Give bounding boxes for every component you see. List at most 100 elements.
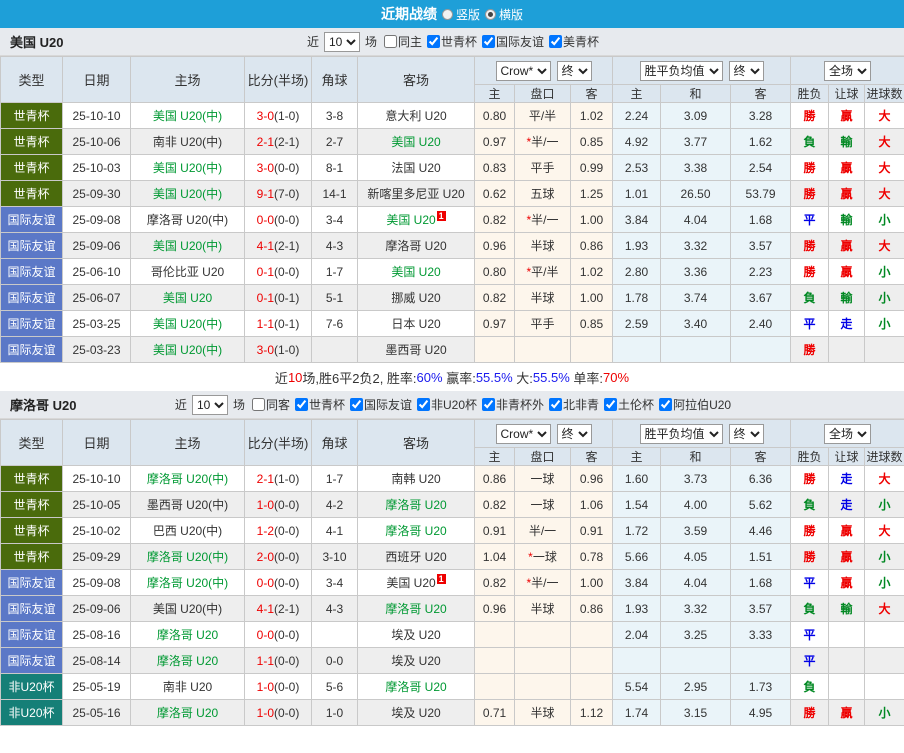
score-cell: 4-1(2-1): [244, 595, 312, 622]
checkbox[interactable]: [251, 398, 265, 411]
score-cell: 2-1(2-1): [244, 128, 312, 155]
radio-vertical-label: 竖版: [455, 7, 480, 22]
home-team-cell: 摩洛哥 U20(中): [130, 569, 245, 596]
checkbox-label: 同主: [397, 35, 422, 49]
crow-away-odds-cell: 0.91: [569, 517, 614, 544]
competition-checkbox[interactable]: 国际友谊: [478, 33, 544, 50]
scope-select[interactable]: 全场: [824, 423, 872, 444]
avg-away-cell: [730, 647, 792, 674]
checkbox[interactable]: [604, 398, 618, 411]
table-row: 国际友谊 25-09-06 美国 U20(中) 4-1(2-1) 4-3 摩洛哥 U20 0…: [0, 595, 904, 622]
games-label: 场: [232, 398, 245, 412]
checkbox-label: 非青杯外: [496, 398, 545, 412]
scope-group: 全场: [790, 56, 904, 85]
same-venue-checkbox[interactable]: 同主: [380, 33, 422, 50]
halftime-score: (1-0): [274, 342, 300, 357]
checkbox[interactable]: [383, 35, 397, 48]
result-handicap-cell: 贏: [828, 258, 866, 285]
crow-home-odds-cell: 0.62: [474, 180, 515, 207]
summary-segment: 近: [274, 370, 288, 386]
score-cell: 0-0(0-0): [244, 569, 312, 596]
crow-company-select[interactable]: Crow*: [495, 423, 551, 444]
final-odds-select[interactable]: 终: [728, 60, 764, 81]
handicap-cell: 半球: [514, 595, 571, 622]
away-team-cell: 摩洛哥 U20: [357, 517, 475, 544]
crow-home-odds-cell: 0.82: [474, 206, 515, 233]
handicap-text: 一球: [532, 550, 557, 564]
avg-home-cell: 1.54: [612, 491, 662, 518]
competition-checkbox[interactable]: 北非青: [545, 396, 599, 413]
avg-home-cell: 2.59: [612, 310, 662, 337]
halftime-score: (0-0): [274, 575, 300, 590]
result-wdl-cell: 勝: [790, 154, 830, 181]
checkbox[interactable]: [349, 398, 363, 411]
result-wdl-cell: 負: [790, 595, 830, 622]
sub-column-header: 主: [612, 447, 662, 466]
avg-away-cell: 3.67: [730, 284, 792, 311]
handicap-cell: 半球: [514, 232, 571, 259]
competition-checkbox[interactable]: 土伦杯: [600, 396, 654, 413]
checkbox[interactable]: [482, 35, 496, 48]
summary-segment: 场,胜6平2负2, 胜率:: [302, 370, 417, 386]
away-team-cell: 西班牙 U20: [357, 543, 475, 570]
layout-radio-horizontal[interactable]: 横版: [485, 6, 523, 23]
table-row: 国际友谊 25-09-08 摩洛哥 U20(中) 0-0(0-0) 3-4 美国 U20 1…: [0, 569, 904, 596]
result-goals-cell: [864, 621, 904, 648]
result-wdl-cell: 負: [790, 128, 830, 155]
checkbox[interactable]: [659, 398, 673, 411]
avg-draw-cell: 3.09: [660, 102, 732, 129]
radio-selected-icon[interactable]: [485, 8, 496, 20]
avg-odds-select[interactable]: 胜平负均值: [639, 60, 723, 81]
competition-checkbox[interactable]: 世青杯: [291, 396, 345, 413]
final-odds-select[interactable]: 终: [556, 423, 592, 444]
result-goals-cell: 大: [864, 595, 904, 622]
result-wdl-cell: 勝: [790, 232, 830, 259]
checkbox[interactable]: [427, 35, 440, 48]
competition-checkbox[interactable]: 国际友谊: [346, 396, 412, 413]
final-odds-select[interactable]: 终: [556, 60, 592, 81]
team-name: 美国 U20: [10, 35, 64, 50]
page-title: 近期战绩: [380, 6, 437, 22]
handicap-text: 半/一: [531, 576, 559, 590]
date-cell: 25-08-14: [62, 647, 131, 674]
layout-radio-vertical[interactable]: 竖版: [441, 6, 480, 23]
away-team-cell: 挪威 U20: [357, 284, 475, 311]
result-goals-cell: 大: [864, 465, 904, 492]
competition-checkbox[interactable]: 非青杯外: [478, 396, 544, 413]
sub-column-header: 让球: [828, 447, 866, 466]
radio-unselected-icon[interactable]: [441, 8, 453, 20]
recent-count-select[interactable]: 10: [323, 31, 360, 52]
checkbox[interactable]: [549, 398, 563, 411]
result-goals-cell: 小: [864, 491, 904, 518]
avg-draw-cell: 3.77: [660, 128, 732, 155]
table-row: 国际友谊 25-09-06 美国 U20(中) 4-1(2-1) 4-3 摩洛哥 U20 0…: [0, 232, 904, 259]
home-team-cell: 摩洛哥 U20: [130, 647, 245, 674]
avg-odds-select[interactable]: 胜平负均值: [639, 423, 723, 444]
handicap-text: 半/一: [528, 524, 557, 538]
home-team-cell: 美国 U20(中): [130, 102, 245, 129]
checkbox[interactable]: [417, 398, 430, 411]
competition-type-cell: 国际友谊: [0, 284, 63, 311]
competition-checkbox[interactable]: 非U20杯: [413, 396, 477, 413]
crow-home-odds-cell: 0.83: [474, 154, 515, 181]
checkbox[interactable]: [549, 35, 563, 48]
crow-company-select[interactable]: Crow*: [495, 60, 551, 81]
avg-home-cell: 3.84: [612, 206, 662, 233]
competition-checkbox[interactable]: 美青杯: [545, 33, 599, 50]
scope-select[interactable]: 全场: [824, 60, 872, 81]
summary-segment: 60%: [416, 369, 443, 385]
competition-checkbox[interactable]: 世青杯: [423, 33, 477, 50]
column-header-home: 主场: [130, 56, 245, 103]
recent-count-select[interactable]: 10: [191, 394, 228, 415]
summary-line: 近 10 场,胜6平2负2, 胜率: 60% 赢率: 55.5% 大: 55.5% 单率:…: [0, 363, 904, 391]
halftime-score: (7-0): [274, 186, 300, 201]
competition-checkbox[interactable]: 阿拉伯U20: [655, 396, 731, 413]
checkbox[interactable]: [482, 398, 496, 411]
checkbox-label: 北非青: [563, 398, 600, 412]
final-odds-select[interactable]: 终: [728, 423, 764, 444]
checkbox[interactable]: [294, 398, 308, 411]
column-header-score: 比分(半场): [244, 56, 312, 103]
corner-cell: 4-2: [311, 491, 358, 518]
same-venue-checkbox[interactable]: 同客: [248, 396, 290, 413]
result-handicap-cell: [828, 647, 866, 674]
